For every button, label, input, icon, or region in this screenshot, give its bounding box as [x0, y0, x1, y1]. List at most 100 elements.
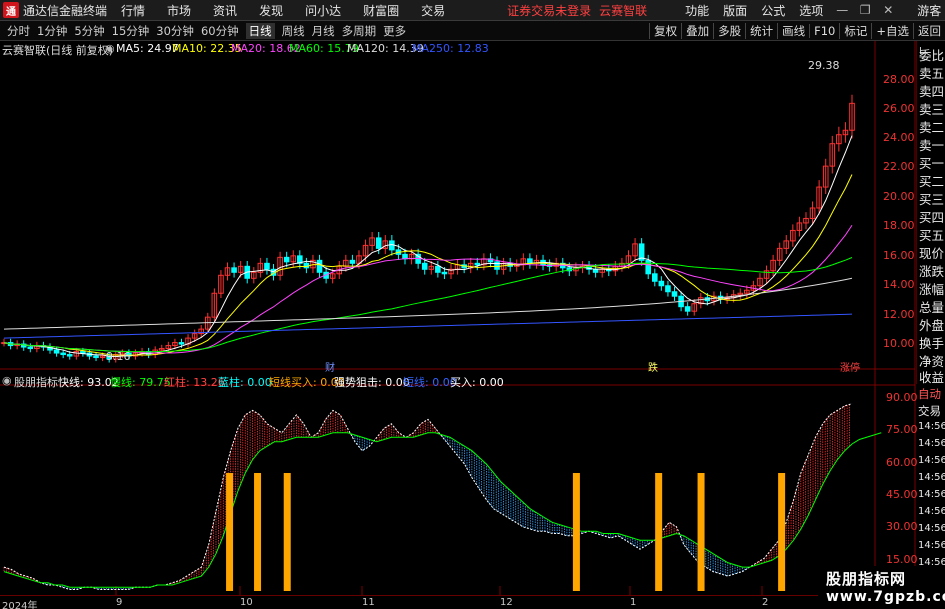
settings-dot-icon[interactable]: ◉	[105, 42, 115, 55]
quote-label: 买二	[919, 174, 945, 189]
candle-body	[435, 265, 441, 273]
candle-body	[316, 259, 323, 273]
auto-label[interactable]: 自动	[918, 386, 941, 402]
time-label: 14:56	[918, 455, 945, 466]
slow-line	[3, 432, 882, 588]
buy-signal-bar	[655, 473, 663, 591]
candle-body	[474, 262, 481, 266]
candle-body	[283, 256, 290, 263]
price-tick: 14.00	[883, 278, 915, 291]
event-marker-limit-up[interactable]: 涨停	[840, 359, 860, 374]
event-marker-finance[interactable]: 财	[325, 359, 335, 374]
candle-body	[665, 285, 671, 293]
short-line-label: 短线: 0.00	[403, 376, 457, 389]
candle-body	[27, 346, 34, 350]
quote-label: 涨幅	[919, 282, 945, 297]
time-label: 14:56	[918, 540, 945, 551]
red-bar-label: 红柱: 13.26	[164, 376, 225, 389]
candle-body	[178, 342, 185, 345]
date-tick: 12	[500, 597, 513, 608]
quote-label: 总量	[919, 300, 945, 315]
candle-body	[494, 261, 500, 270]
ind-tick: 75.00	[886, 423, 918, 436]
ind-tick: 60.00	[886, 456, 918, 469]
quote-label: 现价	[919, 246, 945, 261]
ind-tick: 90.00	[886, 391, 918, 404]
ind-tick: 45.00	[886, 488, 918, 501]
candle-body	[375, 237, 382, 249]
time-label: 14:56	[918, 523, 945, 534]
quote-label: 涨跌	[919, 264, 945, 279]
candle-body	[658, 280, 665, 287]
candle-body	[527, 258, 533, 264]
price-tick: 26.00	[883, 102, 915, 115]
quote-label: 卖一	[919, 138, 945, 153]
candle-body	[231, 267, 237, 273]
main-chart-title: 云赛智联(日线 前复权)	[2, 44, 114, 57]
quote-label: 卖三	[919, 102, 945, 117]
buy-signal-bar	[226, 473, 234, 591]
ma120-line	[3, 277, 853, 330]
high-price-label: 29.38	[808, 59, 840, 72]
time-label: 14:56	[918, 472, 945, 483]
fast-line	[3, 403, 853, 591]
ma250-label: MA250: 12.83	[412, 42, 489, 55]
quote-label: 委比	[919, 48, 945, 63]
price-tick: 22.00	[883, 160, 915, 173]
ma5-line	[3, 135, 853, 358]
ma20-line	[3, 224, 853, 354]
price-tick: 16.00	[883, 249, 915, 262]
time-label: 14:56	[918, 421, 945, 432]
price-tick: 12.00	[883, 308, 915, 321]
watermark: 股朋指标网 www.7gpzb.com	[818, 566, 945, 609]
watermark-url: www.7gpzb.com	[826, 589, 945, 605]
time-label: 14:56	[918, 489, 945, 500]
kline-chart[interactable]	[0, 0, 945, 609]
time-label: 14:56	[918, 506, 945, 517]
quote-label: 卖四	[919, 84, 945, 99]
candle-body	[349, 259, 356, 264]
buy-signal-bar	[778, 473, 786, 591]
event-marker-fall[interactable]: 跌	[648, 359, 658, 374]
buy-signal-bar	[572, 473, 580, 591]
candle-body	[645, 259, 652, 275]
candle-body	[441, 271, 448, 275]
date-tick: 9	[116, 597, 123, 608]
slow-line-label: 慢线: 79.75	[110, 376, 171, 389]
buy-label: 买入: 0.00	[450, 376, 504, 389]
date-tick: 2024年	[2, 601, 38, 609]
candle-body	[66, 354, 73, 357]
price-tick: 28.00	[883, 73, 915, 86]
candle-body	[264, 262, 270, 270]
strong-snipe-label: 强势狙击: 0.00	[334, 376, 410, 389]
quote-panel: L 委比 卖五 卖四 卖三 卖二 卖一 买一 买二 买三 买四 买五 现价 涨跌…	[916, 41, 945, 385]
low-price-label: 9.16	[106, 350, 131, 363]
price-tick: 24.00	[883, 131, 915, 144]
candle-body	[60, 352, 66, 356]
candle-body	[421, 262, 428, 270]
trading-terminal: 通 通达信金融终端 行情 市场 资讯 发现 问小达 财富圈 交易 证券交易未登录…	[0, 0, 945, 609]
ind-tick: 15.00	[886, 553, 918, 566]
price-tick: 20.00	[883, 190, 915, 203]
ma5-label: MA5: 24.97	[116, 42, 179, 55]
buy-signal-bar	[697, 473, 705, 591]
ind-tick: 30.00	[886, 520, 918, 533]
date-tick: 10	[240, 597, 253, 608]
candle-body	[684, 306, 691, 312]
candle-body	[80, 351, 86, 354]
candle-body	[651, 273, 658, 282]
time-label: 14:56	[918, 438, 945, 449]
candle-body	[671, 291, 678, 297]
quote-label: 买一	[919, 156, 945, 171]
price-tick: 10.00	[883, 337, 915, 350]
ma10-line	[3, 174, 853, 356]
trade-label: 交易	[918, 404, 941, 418]
ma60-line	[3, 257, 853, 353]
quote-label: 买四	[919, 210, 945, 225]
indicator-settings-icon[interactable]: ◉	[2, 374, 12, 387]
quote-label: 换手	[919, 336, 945, 351]
buy-signal-bar	[254, 473, 262, 591]
watermark-title: 股朋指标网	[826, 570, 907, 588]
ma250-line	[3, 313, 853, 339]
date-tick: 11	[362, 597, 375, 608]
